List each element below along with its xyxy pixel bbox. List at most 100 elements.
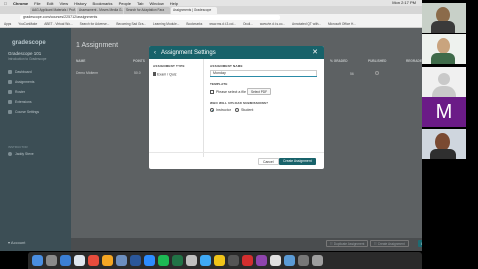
instructor-radio[interactable] (210, 108, 214, 112)
video-tile-participant-1[interactable] (422, 3, 466, 33)
close-icon[interactable]: ✕ (312, 48, 318, 56)
input-focus-underline (210, 76, 317, 78)
modal-header: ‹ Assignment Settings ✕ (149, 46, 324, 59)
instructor-heading: INSTRUCTOR (8, 145, 28, 149)
bookmark-item[interactable]: Becoming Sad Gra... (116, 22, 146, 26)
browser-tab[interactable]: AAG Applicant Materials / Prof... (30, 7, 76, 14)
chrome-icon[interactable] (88, 255, 99, 266)
bookmark-item[interactable]: Annotated QT with... (292, 22, 321, 26)
person-body-icon (431, 53, 455, 64)
trash-icon[interactable] (312, 255, 323, 266)
downloads-icon[interactable] (298, 255, 309, 266)
bookmark-item[interactable]: www.rte.d.t.s.co... (260, 22, 285, 26)
word-icon[interactable] (130, 255, 141, 266)
browser-tab[interactable]: Search for Adaptation Fara (124, 7, 170, 14)
bookmark-item[interactable]: Bookmarks (186, 22, 202, 26)
account-link[interactable]: ▾ Account (8, 240, 25, 245)
column-header-points[interactable]: POINTS (133, 59, 145, 63)
assignment-submissions: 56 (350, 72, 354, 76)
assignment-type-option[interactable]: Exam / Quiz (153, 72, 177, 77)
video-tile-participant-2[interactable] (422, 34, 466, 64)
sidebar-item-label: Roster (15, 90, 25, 94)
column-header-graded[interactable]: % GRADED (330, 59, 348, 63)
bookmark-item[interactable]: YouCanMake (18, 22, 37, 26)
create-assignment-footer-button[interactable]: ☷ Create Assignment (370, 240, 409, 247)
bookmark-item[interactable]: www.ms.d.t.3.col... (209, 22, 236, 26)
firefox-icon[interactable] (102, 255, 113, 266)
notes-icon[interactable] (214, 255, 225, 266)
template-heading: TEMPLATE (210, 82, 228, 86)
modal-column-divider (203, 59, 204, 157)
sidebar-item-roster[interactable]: Roster (8, 90, 25, 94)
video-tile-participant-4[interactable] (422, 129, 466, 159)
student-radio[interactable] (235, 108, 239, 112)
launchpad-icon[interactable] (46, 255, 57, 266)
roster-icon (8, 90, 12, 94)
messages-icon[interactable] (200, 255, 211, 266)
sidebar-item-dashboard[interactable]: Dashboard (8, 70, 32, 74)
menu-bookmarks[interactable]: Bookmarks (93, 1, 113, 6)
duplicate-assignment-button[interactable]: ☷ Duplicate Assignment (326, 240, 369, 247)
browser-tab-active[interactable]: Assignments | Gradescope (171, 7, 217, 14)
bookmark-item[interactable]: Search for Adverse... (80, 22, 110, 26)
back-chevron-icon[interactable]: ‹ (154, 50, 156, 56)
menu-tab[interactable]: Tab (137, 1, 143, 6)
column-header-name[interactable]: NAME (76, 59, 85, 63)
menu-chrome[interactable]: Chrome (13, 1, 28, 6)
url-field[interactable]: gradescope.com/courses/225712/assignment… (20, 15, 280, 20)
zoom-icon[interactable] (144, 255, 155, 266)
terminal-icon[interactable] (228, 255, 239, 266)
safari-icon[interactable] (60, 255, 71, 266)
apple-icon[interactable]:  (4, 1, 7, 6)
template-checkbox[interactable] (210, 90, 214, 94)
video-tile-participant-m[interactable]: M (422, 97, 466, 127)
app-icon[interactable] (256, 255, 267, 266)
instructor-name: Jaddy Steve (15, 152, 34, 156)
menu-edit[interactable]: Edit (47, 1, 54, 6)
dashboard-icon (8, 70, 12, 74)
course-title: Gradescope 101 (8, 51, 42, 56)
exam-quiz-icon (153, 72, 156, 76)
acrobat-icon[interactable] (242, 255, 253, 266)
menu-people[interactable]: People (119, 1, 131, 6)
browser-tab[interactable]: Assessment - Moves Media G... (77, 7, 123, 14)
bookmark-item[interactable]: Apps (4, 22, 11, 26)
gradescope-logo[interactable]: gradescope (12, 40, 46, 46)
user-icon (8, 152, 12, 156)
app-icon[interactable] (270, 255, 281, 266)
app-icon[interactable] (284, 255, 295, 266)
sidebar-item-extensions[interactable]: Extensions (8, 100, 32, 104)
menu-help[interactable]: Help (170, 1, 178, 6)
photos-icon[interactable] (74, 255, 85, 266)
spotify-icon[interactable] (158, 255, 169, 266)
video-tile-participant-3[interactable] (422, 67, 466, 97)
create-assignment-button[interactable]: Create Assignment (279, 158, 316, 165)
bookmark-item[interactable]: Learning Module... (153, 22, 179, 26)
excel-icon[interactable] (172, 255, 183, 266)
cancel-button[interactable]: Cancel (258, 158, 279, 165)
published-toggle[interactable] (375, 71, 379, 75)
menubar-clock: Mon 2:17 PM (392, 0, 416, 5)
menu-view[interactable]: View (59, 1, 68, 6)
menu-file[interactable]: File (34, 1, 40, 6)
settings-icon (8, 110, 12, 114)
bookmark-item[interactable]: Microsoft Office H... (328, 22, 356, 26)
sidebar-item-label: Extensions (15, 100, 32, 104)
bookmark-item[interactable]: Oculi... (243, 22, 253, 26)
sidebar-item-course-settings[interactable]: Course Settings (8, 110, 39, 114)
assignments-icon (8, 80, 12, 84)
person-head-icon (437, 38, 450, 54)
finder-icon[interactable] (32, 255, 43, 266)
mail-icon[interactable] (116, 255, 127, 266)
menu-history[interactable]: History (74, 1, 86, 6)
sidebar-item-assignments[interactable]: Assignments (8, 80, 34, 84)
course-subtitle: Introduction to Gradescope (8, 57, 47, 61)
instructor-item[interactable]: Jaddy Steve (8, 152, 34, 156)
column-header-published[interactable]: PUBLISHED (368, 59, 386, 63)
sidebar-item-label: Course Settings (15, 110, 40, 114)
select-pdf-button[interactable]: Select PDF (247, 88, 272, 95)
assignment-name-link[interactable]: Demo Midterm (76, 71, 98, 75)
bookmark-item[interactable]: ABET - Virtual Wo... (44, 22, 72, 26)
preview-icon[interactable] (186, 255, 197, 266)
menu-window[interactable]: Window (149, 1, 163, 6)
